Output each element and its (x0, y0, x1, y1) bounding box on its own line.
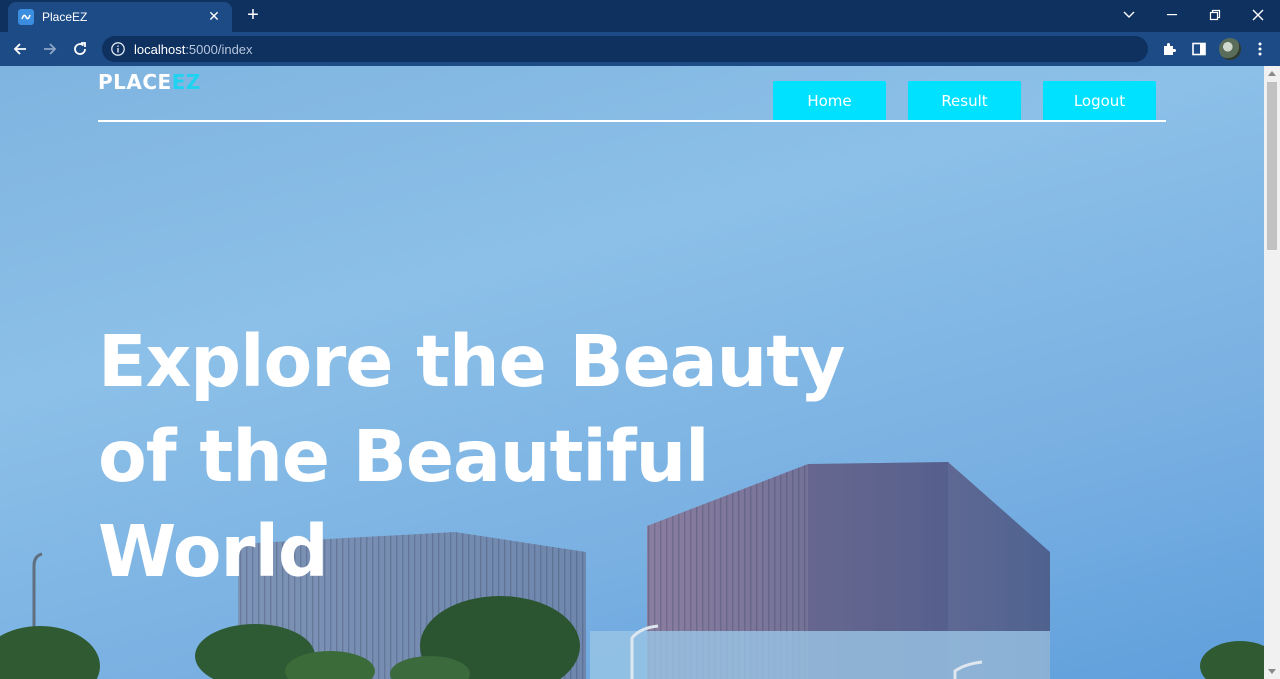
address-bar[interactable]: localhost:5000/index (102, 36, 1148, 62)
arrow-right-icon[interactable] (38, 37, 62, 61)
url-path: :5000/index (185, 41, 253, 57)
close-tab-icon[interactable]: ✕ (206, 9, 222, 25)
nav-home-button[interactable]: Home (773, 81, 886, 121)
reload-icon[interactable] (68, 37, 92, 61)
close-window-icon[interactable] (1243, 4, 1273, 26)
arrow-left-icon[interactable] (8, 37, 32, 61)
puzzle-icon[interactable] (1157, 37, 1181, 61)
nav-result-button[interactable]: Result (908, 81, 1021, 121)
scrollbar-thumb[interactable] (1267, 82, 1277, 250)
new-tab-button[interactable]: + (243, 5, 263, 25)
nav-logout-button[interactable]: Logout (1043, 81, 1156, 121)
hero-heading: Explore the Beauty of the Beautiful Worl… (98, 314, 898, 599)
profile-avatar[interactable] (1219, 38, 1241, 60)
hero-line-2: of the Beautiful (98, 415, 710, 498)
page-viewport: PLACEEZ Home Result Logout Explore the B… (0, 66, 1264, 679)
hero-line-3: World (98, 510, 329, 593)
browser-tab[interactable]: PlaceEZ ✕ (8, 2, 232, 32)
site-favicon-icon (18, 9, 34, 25)
kebab-menu-icon[interactable] (1248, 37, 1272, 61)
logo-text-primary: PLACE (98, 70, 172, 94)
minimize-icon[interactable] (1157, 4, 1187, 26)
header-divider (98, 120, 1166, 122)
tab-title: PlaceEZ (42, 10, 88, 24)
url-host: localhost (134, 41, 186, 57)
scroll-down-arrow-icon[interactable] (1268, 669, 1276, 674)
scroll-up-arrow-icon[interactable] (1268, 71, 1276, 76)
page-scrollbar[interactable] (1264, 66, 1280, 679)
site-logo[interactable]: PLACEEZ (98, 70, 201, 94)
logo-text-accent: EZ (171, 70, 201, 94)
side-panel-icon[interactable] (1187, 37, 1211, 61)
tab-search-chevron-icon[interactable] (1114, 4, 1144, 26)
hero-line-1: Explore the Beauty (98, 320, 845, 403)
tab-strip: PlaceEZ ✕ + (0, 0, 1280, 32)
info-icon[interactable] (110, 41, 126, 57)
restore-icon[interactable] (1200, 4, 1230, 26)
